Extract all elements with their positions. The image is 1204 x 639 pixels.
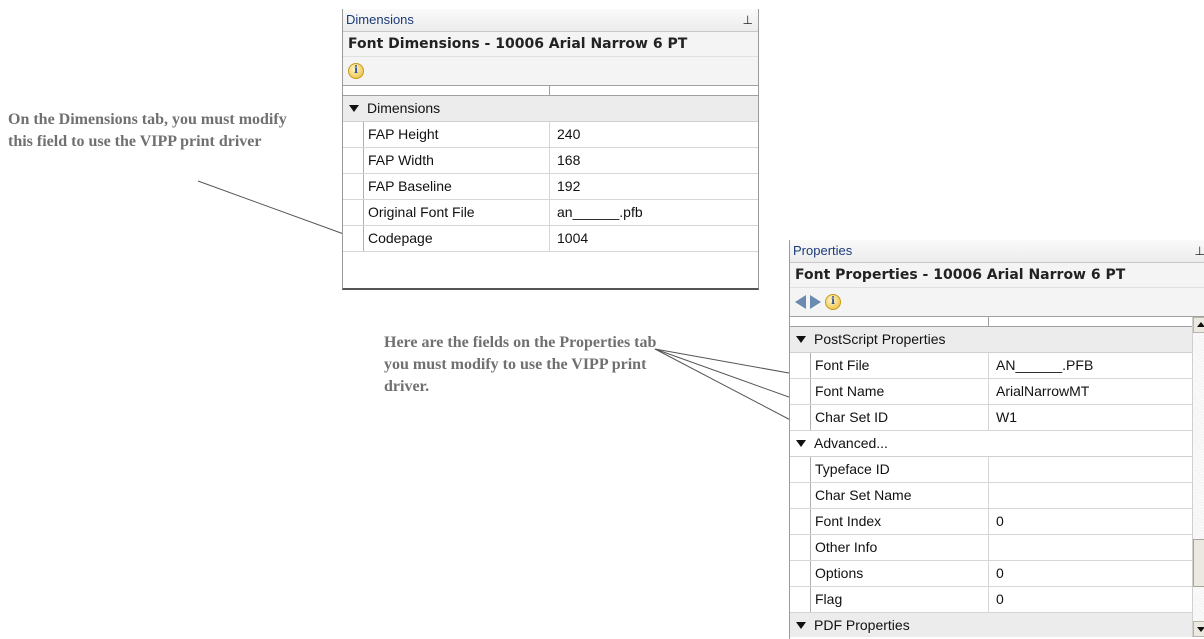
property-value[interactable]: an______.pfb: [549, 200, 758, 225]
pin-icon[interactable]: ⊥: [743, 9, 753, 31]
leader-line-font-file: [654, 348, 801, 376]
property-name: Char Set Name: [815, 487, 912, 503]
property-value[interactable]: 0: [988, 509, 1193, 534]
property-name: Typeface ID: [815, 461, 890, 477]
leader-line-codepage: [197, 180, 353, 238]
category-label: Advanced...: [814, 435, 888, 451]
property-row-codepage[interactable]: Codepage 1004: [343, 226, 758, 252]
forward-arrow-icon[interactable]: [810, 295, 821, 309]
property-value[interactable]: AN______.PFB: [988, 353, 1193, 378]
property-value[interactable]: [988, 535, 1193, 560]
panel-title: Properties: [793, 243, 853, 258]
dimensions-callout: On the Dimensions tab, you must modify t…: [8, 111, 287, 150]
properties-toolbar: i: [790, 288, 1204, 316]
property-name: Other Info: [815, 539, 878, 555]
leader-line-char-set-id: [654, 348, 801, 426]
property-row-font-name[interactable]: Font Name ArialNarrowMT: [790, 379, 1193, 405]
property-name: Flag: [815, 591, 843, 607]
property-row-original-font-file[interactable]: Original Font File an______.pfb: [343, 200, 758, 226]
property-value[interactable]: 192: [549, 174, 758, 199]
property-row-other-info[interactable]: Other Info: [790, 535, 1193, 561]
property-row-flag[interactable]: Flag 0: [790, 587, 1193, 613]
category-row-advanced[interactable]: Advanced...: [790, 431, 1193, 457]
property-name: Codepage: [368, 230, 433, 246]
collapse-triangle-icon[interactable]: [796, 440, 806, 447]
property-name: Options: [815, 565, 864, 581]
properties-callout: Here are the fields on the Properties ta…: [384, 334, 657, 395]
panel-title: Dimensions: [346, 12, 414, 27]
property-value[interactable]: 0: [988, 561, 1193, 586]
properties-panel-titlebar[interactable]: Properties ⊥: [790, 240, 1204, 263]
dimensions-panel-header: Font Dimensions - 10006 Arial Narrow 6 P…: [343, 32, 758, 57]
properties-panel-header: Font Properties - 10006 Arial Narrow 6 P…: [790, 263, 1204, 288]
properties-property-grid: PostScript Properties Font File AN______…: [790, 316, 1204, 637]
property-name: Font File: [815, 357, 870, 373]
scroll-down-button[interactable]: [1193, 621, 1204, 637]
property-row-char-set-id[interactable]: Char Set ID W1: [790, 405, 1193, 431]
info-icon[interactable]: i: [348, 63, 364, 79]
property-row-font-file[interactable]: Font File AN______.PFB: [790, 353, 1193, 379]
grid-column-header[interactable]: [343, 86, 758, 96]
collapse-triangle-icon[interactable]: [796, 622, 806, 629]
property-name: Font Name: [815, 383, 885, 399]
dimensions-property-grid: Dimensions FAP Height 240 FAP Width 168 …: [343, 85, 758, 252]
category-label: PDF Properties: [814, 617, 910, 633]
scroll-up-button[interactable]: [1193, 317, 1204, 333]
property-name: Font Index: [815, 513, 882, 529]
property-value[interactable]: 240: [549, 122, 758, 147]
property-name: Original Font File: [368, 204, 475, 220]
property-row-fap-height[interactable]: FAP Height 240: [343, 122, 758, 148]
property-row-typeface-id[interactable]: Typeface ID: [790, 457, 1193, 483]
property-value[interactable]: ArialNarrowMT: [988, 379, 1193, 404]
property-value[interactable]: W1: [988, 405, 1193, 430]
scrollbar-thumb[interactable]: [1193, 539, 1204, 587]
property-value[interactable]: 0: [988, 587, 1193, 612]
property-row-fap-baseline[interactable]: FAP Baseline 192: [343, 174, 758, 200]
property-row-fap-width[interactable]: FAP Width 168: [343, 148, 758, 174]
property-value[interactable]: 168: [549, 148, 758, 173]
properties-panel: Properties ⊥ Font Properties - 10006 Ari…: [789, 240, 1204, 639]
category-label: PostScript Properties: [814, 331, 946, 347]
pin-icon[interactable]: ⊥: [1195, 240, 1204, 262]
category-row-dimensions[interactable]: Dimensions: [343, 96, 758, 122]
property-row-char-set-name[interactable]: Char Set Name: [790, 483, 1193, 509]
property-row-options[interactable]: Options 0: [790, 561, 1193, 587]
dimensions-panel: Dimensions ⊥ Font Dimensions - 10006 Ari…: [342, 9, 759, 290]
property-value[interactable]: [988, 457, 1193, 482]
dimensions-toolbar: i: [343, 57, 758, 85]
dimensions-panel-titlebar[interactable]: Dimensions ⊥: [343, 9, 758, 32]
category-label: Dimensions: [367, 100, 441, 116]
collapse-triangle-icon[interactable]: [349, 105, 359, 112]
property-row-font-index[interactable]: Font Index 0: [790, 509, 1193, 535]
collapse-triangle-icon[interactable]: [796, 336, 806, 343]
category-row-pdf[interactable]: PDF Properties: [790, 613, 1193, 637]
property-name: FAP Width: [368, 152, 434, 168]
back-arrow-icon[interactable]: [795, 295, 806, 309]
property-value[interactable]: [988, 483, 1193, 508]
property-name: FAP Baseline: [368, 178, 452, 194]
property-value[interactable]: 1004: [549, 226, 758, 251]
property-name: FAP Height: [368, 126, 439, 142]
vertical-scrollbar[interactable]: [1192, 317, 1204, 637]
grid-column-header[interactable]: [790, 317, 1193, 327]
category-row-postscript[interactable]: PostScript Properties: [790, 327, 1193, 353]
leader-line-font-name: [654, 348, 801, 402]
property-name: Char Set ID: [815, 409, 889, 425]
info-icon[interactable]: i: [825, 294, 841, 310]
